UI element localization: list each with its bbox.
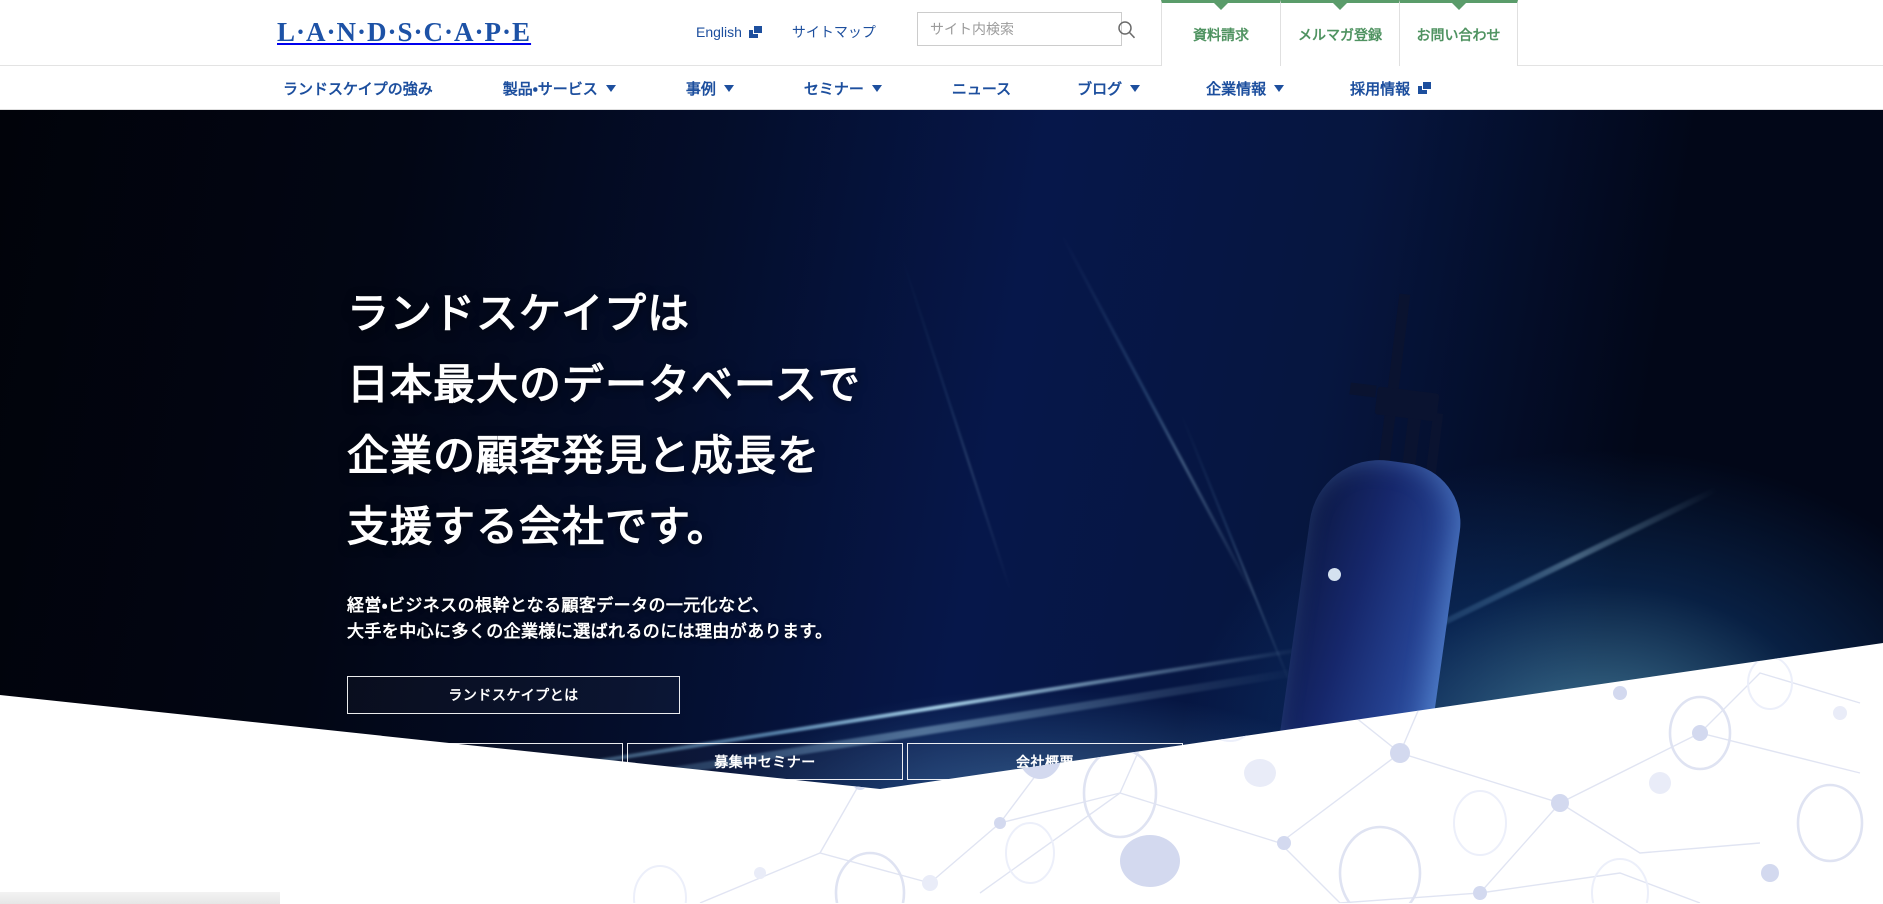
chevron-down-icon	[723, 84, 734, 92]
header-link-english[interactable]: English	[696, 24, 762, 40]
cta-newsletter-signup[interactable]: メルマガ登録	[1280, 0, 1399, 66]
nav-item-7[interactable]: 採用情報	[1350, 78, 1432, 99]
hero-subtext-line-1: 経営・ビジネスの根幹となる顧客データの一元化など、	[347, 596, 770, 615]
hero-subtext-line-2: 大手を中心に多くの企業様に選ばれるのには理由があります。	[347, 622, 833, 641]
main-navigation-list: ランドスケイプの強み 製品・サービス 事例 セミナー ニュース ブログ 企業情報 採用情報	[283, 66, 1432, 110]
nav-item-3[interactable]: セミナー	[804, 78, 882, 99]
search-icon[interactable]	[1117, 13, 1136, 45]
nav-item-1[interactable]: 製品・サービス	[503, 78, 616, 99]
nav-item-label: 事例	[685, 80, 716, 98]
hero-headline-line-2: 日本最大のデータベースで	[347, 361, 861, 408]
header-utility-links: English サイトマップ	[696, 22, 876, 42]
cta-contact[interactable]: お問い合わせ	[1399, 0, 1518, 66]
hero-button-about-landscape[interactable]: ランドスケイプとは	[347, 676, 680, 714]
header-link-sitemap[interactable]: サイトマップ	[792, 22, 876, 42]
nav-item-label: ブログ	[1077, 80, 1123, 98]
nav-item-label: ランドスケイプの強み	[283, 80, 433, 98]
site-search[interactable]	[917, 12, 1136, 46]
cta-contact-label: お問い合わせ	[1416, 26, 1501, 43]
external-link-icon	[748, 26, 762, 38]
site-logo[interactable]: L·A·N·D·S·C·A·P·E	[277, 12, 530, 52]
hero-button-news[interactable]: ニュース	[347, 743, 623, 780]
hero-headline-line-4: 支援する会社です。	[347, 503, 730, 550]
nav-item-4[interactable]: ニュース	[952, 78, 1011, 99]
main-navigation: ランドスケイプの強み 製品・サービス 事例 セミナー ニュース ブログ 企業情報 採用情報	[0, 66, 1883, 110]
nav-item-0[interactable]: ランドスケイプの強み	[283, 78, 433, 99]
site-header: L·A·N·D·S·C·A·P·E English サイトマップ 資料請求 メル…	[0, 0, 1883, 66]
hero-button-seminars-label: 募集中セミナー	[714, 753, 816, 770]
nav-item-label: 製品・サービス	[502, 80, 598, 98]
triangle-marker-icon	[1451, 3, 1466, 10]
nav-item-label: ニュース	[951, 80, 1012, 98]
hero-headline-line-1: ランドスケイプは	[347, 290, 691, 337]
horizontal-scrollbar-thumb[interactable]	[0, 892, 280, 904]
triangle-marker-icon	[1333, 3, 1347, 10]
logo-text: L·A·N·D·S·C·A·P·E	[277, 16, 532, 47]
nav-item-2[interactable]: 事例	[686, 78, 734, 99]
hero-button-seminars[interactable]: 募集中セミナー	[627, 743, 903, 780]
nav-item-label: 企業情報	[1206, 80, 1267, 98]
hero-button-company-profile[interactable]: 会社概要	[907, 743, 1183, 780]
hero-button-company-profile-label: 会社概要	[1016, 753, 1074, 770]
hero-button-news-label: ニュース	[456, 753, 514, 770]
hero-section: ランドスケイプは 日本最大のデータベースで 企業の顧客発見と成長を 支援する会社…	[0, 110, 1883, 903]
external-link-icon	[1418, 82, 1432, 94]
chevron-down-icon	[871, 84, 882, 92]
header-link-english-label: English	[696, 24, 742, 40]
hero-secondary-button-row: ニュース 募集中セミナー 会社概要	[347, 743, 1183, 780]
hero-headline-line-3: 企業の顧客発見と成長を	[347, 432, 821, 479]
cta-document-request[interactable]: 資料請求	[1161, 0, 1280, 66]
triangle-marker-icon	[1214, 3, 1228, 10]
hero-subtext: 経営・ビジネスの根幹となる顧客データの一元化など、 大手を中心に多くの企業様に選…	[347, 593, 1183, 645]
nav-item-5[interactable]: ブログ	[1077, 78, 1141, 99]
chevron-down-icon	[605, 84, 616, 92]
chevron-down-icon	[1274, 84, 1285, 92]
hero-content: ランドスケイプは 日本最大のデータベースで 企業の顧客発見と成長を 支援する会社…	[347, 278, 1183, 780]
header-cta-group: 資料請求 メルマガ登録 お問い合わせ	[1161, 0, 1518, 66]
hero-headline: ランドスケイプは 日本最大のデータベースで 企業の顧客発見と成長を 支援する会社…	[347, 278, 1183, 562]
nav-item-label: セミナー	[803, 80, 864, 98]
nav-item-6[interactable]: 企業情報	[1206, 78, 1285, 99]
cta-document-request-label: 資料請求	[1193, 26, 1249, 43]
hero-button-about-landscape-label: ランドスケイプとは	[448, 687, 579, 703]
search-input[interactable]	[918, 13, 1117, 45]
chevron-down-icon	[1130, 84, 1141, 92]
header-link-sitemap-label: サイトマップ	[791, 24, 876, 40]
submarine-illustration	[1258, 280, 1478, 769]
cta-newsletter-signup-label: メルマガ登録	[1298, 26, 1382, 43]
nav-item-label: 採用情報	[1350, 80, 1411, 98]
